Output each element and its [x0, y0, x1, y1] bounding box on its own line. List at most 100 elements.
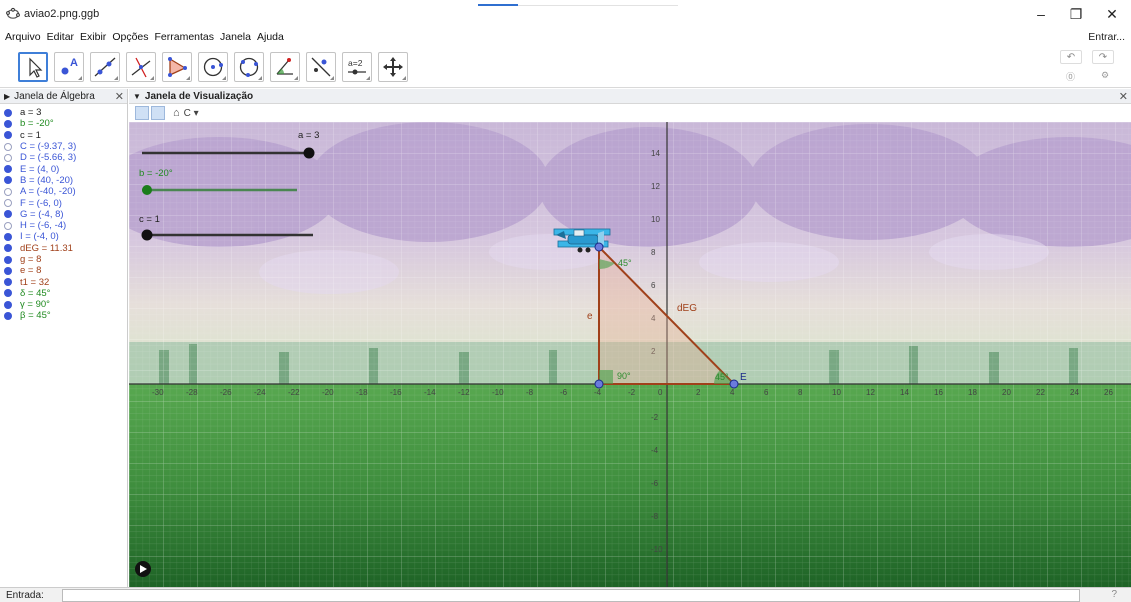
menu-ajuda[interactable]: Ajuda	[257, 31, 284, 43]
title-bar: aviao2.png.ggb – ❐ ✕	[0, 0, 1131, 28]
menu-editar[interactable]: Editar	[47, 31, 74, 43]
settings-gear-icon[interactable]: ⚙	[1101, 70, 1109, 81]
signin-link[interactable]: Entrar...	[1088, 31, 1125, 43]
point-I[interactable]	[594, 379, 604, 389]
slider-c-label: c = 1	[139, 214, 160, 225]
visibility-toggle[interactable]	[4, 131, 12, 140]
move-graphics-tool-button[interactable]	[378, 52, 408, 82]
algebra-item[interactable]: dEG = 11.31	[0, 243, 127, 254]
algebra-item[interactable]: e = 8	[0, 265, 127, 276]
algebra-item-text: dEG = 11.31	[20, 242, 73, 254]
geogebra-icon	[6, 7, 20, 19]
algebra-item[interactable]: F = (-6, 0)	[0, 197, 127, 209]
restore-button[interactable]: ❐	[1058, 4, 1094, 24]
algebra-item[interactable]: c = 1	[0, 130, 127, 141]
visibility-toggle[interactable]	[4, 142, 12, 151]
y-tick-label: -6	[651, 479, 659, 488]
slider-tool-button[interactable]: a=2	[342, 52, 372, 82]
x-tick-label: 22	[1036, 388, 1045, 397]
algebra-item[interactable]: A = (-40, -20)	[0, 186, 127, 197]
algebra-item[interactable]: β = 45°	[0, 310, 127, 321]
move-tool-button[interactable]	[18, 52, 48, 82]
slider-b-knob[interactable]	[142, 185, 152, 195]
visibility-toggle[interactable]	[4, 221, 12, 230]
slider-a-knob[interactable]	[303, 147, 315, 159]
menu-opcoes[interactable]: Opções	[112, 31, 148, 43]
perpendicular-tool-button[interactable]	[126, 52, 156, 82]
x-tick-label: 20	[1002, 388, 1011, 397]
graphics-view: ▼ Janela de Visualização ✕ ⌂ C ▾ -30 -28…	[129, 89, 1131, 587]
collapse-arrow-icon[interactable]: ▼	[133, 92, 141, 101]
redo-button[interactable]: ↷	[1092, 50, 1114, 64]
algebra-item[interactable]: G = (-4, 8)	[0, 209, 127, 220]
menu-arquivo[interactable]: Arquivo	[5, 31, 41, 43]
x-tick-label: -18	[356, 388, 368, 397]
slider-c-knob[interactable]	[141, 229, 153, 241]
algebra-item[interactable]: H = (-6, -4)	[0, 220, 127, 231]
minimize-button[interactable]: –	[1023, 4, 1059, 24]
algebra-item[interactable]: I = (-4, 0)	[0, 231, 127, 242]
menu-janela[interactable]: Janela	[220, 31, 251, 43]
visibility-toggle[interactable]	[4, 278, 12, 287]
visibility-toggle[interactable]	[4, 266, 12, 275]
collapse-arrow-icon[interactable]: ▶	[4, 92, 10, 101]
algebra-item-text: a = 3	[20, 107, 42, 119]
point-E[interactable]	[729, 379, 739, 389]
help-icon[interactable]: ⓪	[1066, 70, 1075, 83]
visibility-toggle[interactable]	[4, 244, 12, 253]
circle-tool-button[interactable]	[198, 52, 228, 82]
visibility-toggle[interactable]	[4, 300, 12, 309]
visibility-toggle[interactable]	[4, 165, 12, 174]
visibility-toggle[interactable]	[4, 311, 12, 320]
graphics-canvas[interactable]: -30 -28 -26 -24 -22 -20 -18 -16 -14 -12 -10 -8 -6 -4-…	[129, 122, 1131, 587]
close-window-button[interactable]: ✕	[1094, 4, 1130, 24]
close-graphics-icon[interactable]: ✕	[1119, 90, 1128, 103]
visibility-toggle[interactable]	[4, 108, 12, 117]
visibility-toggle[interactable]	[4, 199, 12, 208]
angle-tool-button[interactable]	[270, 52, 300, 82]
algebra-item[interactable]: t1 = 32	[0, 276, 127, 288]
slider-b-label: b = -20°	[139, 168, 173, 179]
visibility-toggle[interactable]	[4, 153, 12, 162]
canvas-svg[interactable]: -30 -28 -26 -24 -22 -20 -18 -16 -14 -12 -10 -8 -6 -4-…	[129, 122, 1131, 587]
point-tool-button[interactable]: A	[54, 52, 84, 82]
algebra-item-text: C = (-9.37, 3)	[20, 141, 77, 153]
visibility-toggle[interactable]	[4, 255, 12, 264]
algebra-item[interactable]: B = (40, -20)	[0, 175, 127, 186]
line-tool-button[interactable]	[90, 52, 120, 82]
visibility-toggle[interactable]	[4, 289, 12, 298]
algebra-item[interactable]: b = -20°	[0, 118, 127, 129]
algebra-item-text: e = 8	[20, 265, 42, 277]
style-toggle-axes[interactable]	[135, 106, 149, 120]
algebra-item[interactable]: γ = 90°	[0, 299, 127, 310]
circle-three-points-tool-button[interactable]	[234, 52, 264, 82]
algebra-item[interactable]: g = 8	[0, 254, 127, 265]
input-field[interactable]	[62, 589, 1080, 602]
x-tick-label: 14	[900, 388, 909, 397]
visibility-toggle[interactable]	[4, 119, 12, 128]
cursor-arrow-icon	[29, 57, 43, 78]
reflect-tool-button[interactable]	[306, 52, 336, 82]
algebra-item[interactable]: C = (-9.37, 3)	[0, 141, 127, 152]
visibility-toggle[interactable]	[4, 187, 12, 196]
visibility-toggle[interactable]	[4, 232, 12, 241]
visibility-toggle[interactable]	[4, 210, 12, 219]
visibility-toggle[interactable]	[4, 176, 12, 185]
algebra-item[interactable]: E = (4, 0)	[0, 163, 127, 175]
style-toggle-grid[interactable]	[151, 106, 165, 120]
x-tick-label: 10	[832, 388, 841, 397]
algebra-item[interactable]: a = 3	[0, 107, 127, 118]
close-algebra-icon[interactable]: ✕	[115, 90, 124, 103]
point-G[interactable]	[594, 242, 604, 252]
input-help-icon[interactable]: ?	[1111, 589, 1117, 600]
home-icon[interactable]: ⌂	[173, 107, 180, 119]
x-tick-label: -14	[424, 388, 436, 397]
algebra-item[interactable]: δ = 45°	[0, 288, 127, 299]
menu-exibir[interactable]: Exibir	[80, 31, 106, 43]
menu-ferramentas[interactable]: Ferramentas	[155, 31, 215, 43]
angle-right-label: 45°	[715, 372, 729, 382]
polygon-tool-button[interactable]	[162, 52, 192, 82]
undo-button[interactable]: ↶	[1060, 50, 1082, 64]
algebra-item[interactable]: D = (-5.66, 3)	[0, 152, 127, 163]
graphics-settings-dropdown[interactable]: C ▾	[184, 108, 199, 119]
